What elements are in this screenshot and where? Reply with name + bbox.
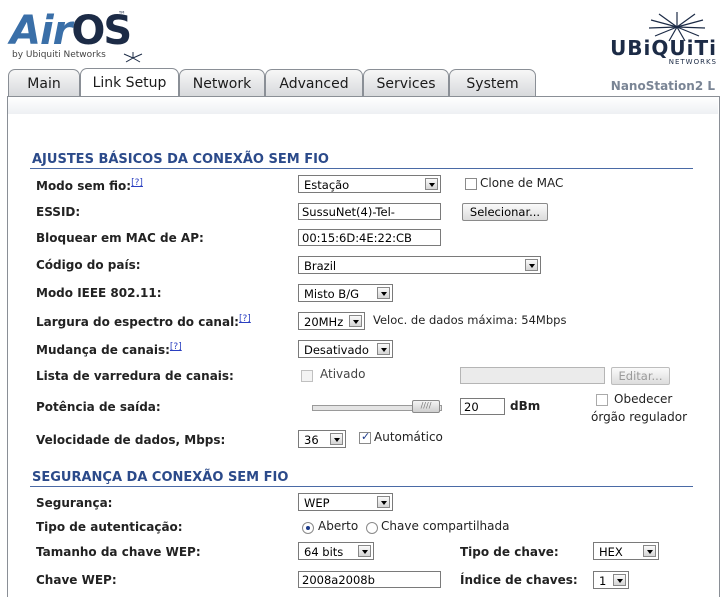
country-select[interactable]: Brazil — [298, 256, 541, 274]
select-essid-button[interactable]: Selecionar... — [462, 203, 548, 221]
key-type-select[interactable]: HEX — [593, 542, 659, 560]
obey-regulatory-label-1: Obedecer — [614, 392, 673, 406]
wep-key-length-value: 64 bits — [304, 545, 344, 559]
key-index-label: Índice de chaves: — [460, 573, 578, 587]
wireless-mode-label-text: Modo sem fio: — [36, 179, 132, 193]
tab-main[interactable]: Main — [8, 69, 80, 97]
tab-link-setup[interactable]: Link Setup — [80, 68, 179, 98]
channel-shifting-label: Mudança de canais:[?] — [36, 342, 182, 357]
output-power-label: Potência de saída: — [36, 400, 161, 414]
chevron-down-icon — [349, 315, 362, 327]
auth-open-label: Aberto — [318, 519, 359, 533]
channel-width-value: 20MHz — [304, 315, 344, 329]
country-value: Brazil — [304, 259, 337, 273]
key-type-label: Tipo de chave: — [460, 545, 559, 559]
edit-scan-list-button[interactable]: Editar... — [611, 367, 670, 385]
essid-label: ESSID: — [36, 205, 81, 219]
chevron-down-icon — [330, 433, 343, 445]
clone-mac-checkbox[interactable] — [465, 178, 477, 190]
country-label: Código do país: — [36, 258, 141, 272]
ieee-mode-value: Misto B/G — [304, 287, 359, 301]
max-data-rate-text: Veloc. de dados máxima: 54Mbps — [373, 313, 567, 327]
key-type-value: HEX — [599, 545, 623, 559]
chevron-down-icon — [525, 259, 538, 271]
channel-width-select[interactable]: 20MHz — [298, 312, 365, 330]
channel-shifting-select[interactable]: Desativado — [298, 340, 393, 358]
wep-key-label: Chave WEP: — [36, 573, 117, 587]
auto-rate-checkbox[interactable] — [359, 430, 371, 444]
chevron-down-icon — [643, 545, 656, 557]
scan-list-enabled-label: Ativado — [320, 367, 366, 381]
wireless-mode-select[interactable]: Estação — [298, 175, 441, 193]
auth-shared-label: Chave compartilhada — [381, 519, 510, 533]
basic-section-title: AJUSTES BÁSICOS DA CONEXÃO SEM FIO — [32, 152, 329, 167]
ubiquiti-burst-icon — [648, 12, 706, 42]
chevron-down-icon — [377, 343, 390, 355]
obey-regulatory-label-2: órgão regulador — [591, 410, 688, 424]
wireless-mode-value: Estação — [304, 178, 350, 192]
channel-shifting-label-text: Mudança de canais: — [36, 343, 170, 357]
channel-shifting-value: Desativado — [304, 343, 369, 357]
section-divider — [30, 168, 693, 169]
lock-ap-mac-input[interactable]: 00:15:6D:4E:22:CB — [298, 229, 441, 246]
key-index-select[interactable]: 1 — [593, 571, 629, 589]
logo-subtitle: by Ubiquiti Networks — [12, 50, 106, 60]
tab-system[interactable]: System — [449, 69, 536, 97]
tab-network[interactable]: Network — [179, 69, 265, 97]
main-tabs: Main Link Setup Network Advanced Service… — [8, 68, 538, 98]
chevron-down-icon — [358, 545, 371, 557]
ieee-mode-label: Modo IEEE 802.11: — [36, 286, 162, 300]
data-rate-value: 36 — [304, 433, 319, 447]
chevron-down-icon — [613, 574, 626, 586]
security-select[interactable]: WEP — [298, 493, 393, 511]
auth-open-radio[interactable] — [302, 522, 314, 534]
auth-type-label: Tipo de autenticação: — [36, 520, 183, 534]
output-power-input[interactable]: 20 — [460, 398, 505, 415]
data-rate-label: Velocidade de dados, Mbps: — [36, 433, 226, 447]
section-divider — [30, 486, 693, 487]
device-model: NanoStation2 L — [610, 79, 715, 93]
ubiquiti-logo: UBiQUiTi NETWORKS — [610, 12, 717, 66]
lock-ap-mac-label: Bloquear em MAC de AP: — [36, 231, 204, 245]
help-link[interactable]: [?] — [239, 314, 251, 324]
chevron-down-icon — [377, 496, 390, 508]
essid-input[interactable]: SussuNet(4)-Tel- — [298, 203, 441, 220]
logo-air-text: Air — [10, 8, 72, 54]
chevron-down-icon — [377, 287, 390, 299]
airos-logo: AirOS ™ by Ubiquiti Networks — [10, 8, 143, 64]
key-index-value: 1 — [599, 574, 607, 588]
data-rate-select[interactable]: 36 — [298, 430, 346, 448]
security-section-title: SEGURANÇA DA CONEXÃO SEM FIO — [32, 470, 289, 485]
chevron-down-icon — [425, 178, 438, 190]
panel-top-bar — [8, 97, 718, 114]
auth-shared-radio[interactable] — [366, 522, 378, 534]
ieee-mode-select[interactable]: Misto B/G — [298, 284, 393, 302]
help-link[interactable]: [?] — [170, 342, 182, 352]
antenna-icon — [123, 52, 143, 63]
wep-key-length-select[interactable]: 64 bits — [298, 542, 374, 560]
logo-tm: ™ — [118, 10, 126, 19]
auto-rate-label: Automático — [374, 430, 443, 444]
clone-mac-label: Clone de MAC — [480, 176, 564, 190]
scan-list-label: Lista de varredura de canais: — [36, 369, 234, 383]
tab-advanced[interactable]: Advanced — [265, 69, 363, 97]
channel-width-label: Largura do espectro do canal:[?] — [36, 314, 251, 329]
tab-services[interactable]: Services — [363, 69, 449, 97]
wep-key-input[interactable]: 2008a2008b — [298, 571, 441, 588]
obey-regulatory-checkbox[interactable] — [596, 394, 608, 406]
scan-list-enable-checkbox[interactable] — [301, 370, 313, 382]
scan-list-input[interactable] — [460, 367, 605, 384]
wireless-mode-label: Modo sem fio:[?] — [36, 178, 143, 193]
wep-key-length-label: Tamanho da chave WEP: — [36, 545, 201, 559]
output-power-unit: dBm — [510, 399, 541, 413]
channel-width-label-text: Largura do espectro do canal: — [36, 315, 239, 329]
help-link[interactable]: [?] — [131, 178, 143, 188]
security-value: WEP — [304, 496, 330, 510]
output-power-slider-handle[interactable]: //// — [412, 400, 440, 413]
security-label: Segurança: — [36, 496, 113, 510]
